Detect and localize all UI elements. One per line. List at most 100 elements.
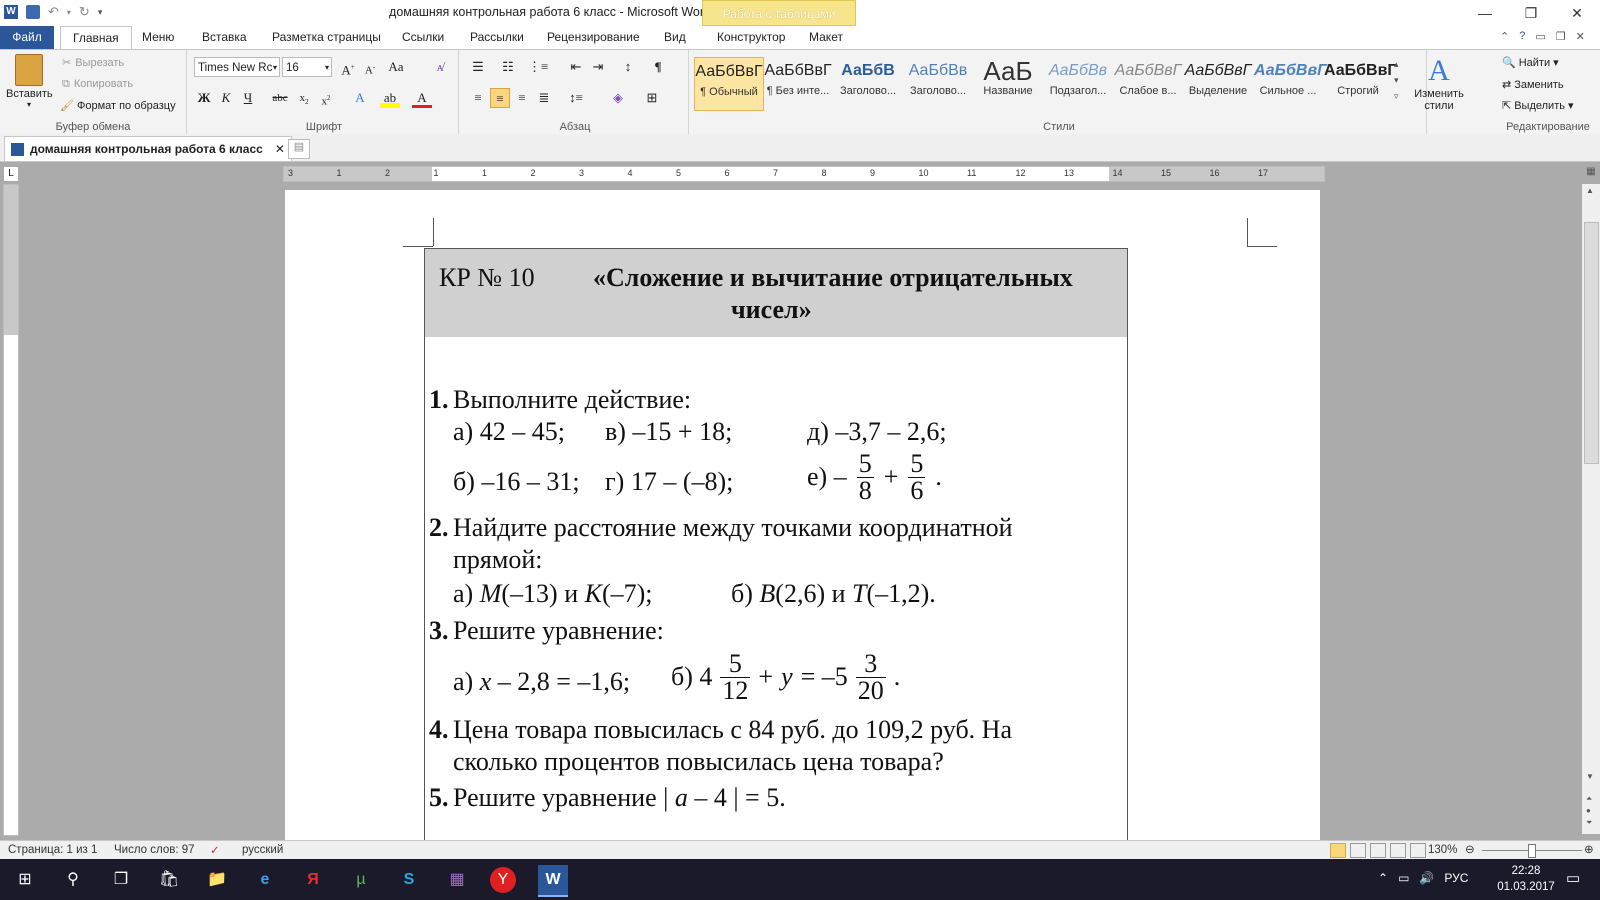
- paste-button[interactable]: Вставить ▾: [6, 54, 53, 109]
- select-button[interactable]: ⇱ Выделить ▾: [1502, 99, 1574, 112]
- change-styles-button[interactable]: A Изменить стили: [1410, 54, 1468, 112]
- table-header-cell[interactable]: КР № 10 «Сложение и вычитание отрицатель…: [425, 249, 1127, 337]
- font-name-combo[interactable]: Times New Rc ▾: [194, 57, 280, 77]
- view-ruler-icon[interactable]: ▦: [1582, 166, 1600, 182]
- style-subtle-emphasis[interactable]: АаБбВвГ Слабое в...: [1114, 57, 1182, 109]
- clock[interactable]: 22:28 01.03.2017: [1496, 863, 1556, 895]
- copy-button[interactable]: ⧉ Копировать: [62, 78, 133, 91]
- style-normal[interactable]: АаБбВвГ ¶ Обычный: [694, 57, 764, 111]
- document-tab[interactable]: домашняя контрольная работа 6 класс ✕: [4, 136, 292, 161]
- shrink-font-icon[interactable]: A-: [360, 57, 380, 77]
- style-emphasis[interactable]: АаБбВвГ Выделение: [1184, 57, 1252, 109]
- tab-insert[interactable]: Вставка: [190, 26, 259, 49]
- full-screen-reading-icon[interactable]: [1350, 843, 1366, 858]
- previous-page-icon[interactable]: ⏶: [1586, 794, 1592, 804]
- document-page[interactable]: КР № 10 «Сложение и вычитание отрицатель…: [285, 190, 1320, 848]
- doc-close-icon[interactable]: ✕: [1576, 30, 1585, 43]
- tab-design[interactable]: Конструктор: [705, 26, 797, 49]
- subscript-icon[interactable]: x2: [294, 88, 314, 108]
- text-effects-icon[interactable]: A: [350, 88, 370, 108]
- line-spacing-icon[interactable]: ↕≡: [566, 88, 586, 108]
- collapse-ribbon-icon[interactable]: ⌃: [1500, 30, 1509, 43]
- style-strong[interactable]: АаБбВвГ Строгий: [1324, 57, 1397, 109]
- increase-indent-icon[interactable]: ⇥: [588, 57, 608, 77]
- font-size-combo[interactable]: 16 ▾: [282, 57, 332, 77]
- tab-menu[interactable]: Меню: [130, 26, 186, 49]
- style-heading-2[interactable]: АаБбВв Заголово...: [904, 57, 972, 109]
- close-window-button[interactable]: ✕: [1554, 0, 1600, 26]
- numbering-icon[interactable]: ☷: [498, 57, 518, 77]
- vertical-scrollbar[interactable]: ▲ ▼ ⏶ ● ⏷: [1582, 184, 1600, 834]
- zoom-out-icon[interactable]: ⊖: [1465, 842, 1475, 856]
- language[interactable]: русский: [242, 844, 283, 856]
- tab-layout[interactable]: Макет: [797, 26, 855, 49]
- search-icon[interactable]: ⚲: [58, 865, 88, 895]
- tab-page-layout[interactable]: Разметка страницы: [260, 26, 393, 49]
- word-count[interactable]: Число слов: 97: [114, 844, 195, 856]
- action-center-icon[interactable]: ▭: [1566, 869, 1580, 887]
- skype-icon[interactable]: S: [394, 865, 424, 895]
- style-no-spacing[interactable]: АаБбВвГ ¶ Без инте...: [764, 57, 832, 109]
- task-view-icon[interactable]: ❐: [106, 865, 136, 895]
- media-app-icon[interactable]: ▦: [442, 865, 472, 895]
- tab-review[interactable]: Рецензирование: [535, 26, 652, 49]
- help-icon[interactable]: ?: [1519, 30, 1525, 43]
- new-tab-icon[interactable]: ▤: [288, 139, 310, 159]
- next-page-icon[interactable]: ⏷: [1586, 818, 1592, 828]
- restore-button[interactable]: ❐: [1508, 0, 1554, 26]
- print-layout-icon[interactable]: [1330, 843, 1346, 858]
- justify-icon[interactable]: ≣: [534, 88, 554, 108]
- utorrent-icon[interactable]: µ: [346, 865, 376, 895]
- style-subtitle[interactable]: АаБбВв Подзагол...: [1044, 57, 1112, 109]
- align-right-icon[interactable]: ≡: [512, 88, 532, 108]
- tab-view[interactable]: Вид: [652, 26, 698, 49]
- show-paragraph-marks-icon[interactable]: ¶: [648, 57, 668, 77]
- font-color-icon[interactable]: A: [412, 88, 432, 108]
- highlight-icon[interactable]: ab: [380, 88, 400, 108]
- page-count[interactable]: Страница: 1 из 1: [8, 844, 97, 856]
- outline-icon[interactable]: [1390, 843, 1406, 858]
- zoom-level[interactable]: 130%: [1428, 844, 1457, 856]
- sort-icon[interactable]: ↕: [618, 57, 638, 77]
- minimize-button[interactable]: —: [1462, 0, 1508, 26]
- decrease-indent-icon[interactable]: ⇤: [566, 57, 586, 77]
- style-heading-1[interactable]: АаБбВ Заголово...: [834, 57, 902, 109]
- borders-icon[interactable]: ⊞: [642, 88, 662, 108]
- show-hidden-icons-icon[interactable]: ⌃: [1378, 871, 1388, 885]
- word-taskbar-icon[interactable]: W: [538, 865, 568, 897]
- find-button[interactable]: 🔍 Найти ▾: [1502, 56, 1559, 69]
- align-center-icon[interactable]: ≡: [490, 88, 510, 108]
- grow-font-icon[interactable]: A+: [338, 57, 358, 77]
- shading-icon[interactable]: ◈: [608, 88, 628, 108]
- windows-start-icon[interactable]: ⊞: [10, 865, 40, 895]
- zoom-slider-thumb[interactable]: [1528, 844, 1536, 858]
- style-intense-emphasis[interactable]: АаБбВвГ Сильное ...: [1254, 57, 1327, 109]
- cut-button[interactable]: ✂ Вырезать: [62, 56, 124, 69]
- tab-mailings[interactable]: Рассылки: [458, 26, 536, 49]
- tab-home[interactable]: Главная: [60, 26, 132, 49]
- bold-icon[interactable]: Ж: [194, 88, 214, 108]
- yandex-browser-icon[interactable]: Y: [490, 867, 516, 893]
- close-tab-icon[interactable]: ✕: [275, 137, 285, 161]
- yandex-icon[interactable]: Я: [298, 865, 328, 895]
- doc-restore-icon[interactable]: ❐: [1556, 30, 1566, 43]
- draft-icon[interactable]: [1410, 843, 1426, 858]
- document-table[interactable]: КР № 10 «Сложение и вычитание отрицатель…: [424, 248, 1128, 848]
- browse-object-icon[interactable]: ●: [1586, 806, 1591, 815]
- store-icon[interactable]: 🛍: [154, 865, 184, 895]
- bullets-icon[interactable]: ☰: [468, 57, 488, 77]
- scroll-up-icon[interactable]: ▲: [1586, 186, 1594, 195]
- tab-file[interactable]: Файл: [0, 26, 54, 49]
- clear-formatting-icon[interactable]: ᴀ̸: [430, 57, 450, 77]
- style-title[interactable]: АаБ Название: [974, 57, 1042, 109]
- edge-browser-icon[interactable]: e: [250, 865, 280, 895]
- styles-scroll-icon[interactable]: ▴ ▾ ▿: [1394, 56, 1399, 104]
- scrollbar-thumb[interactable]: [1584, 222, 1599, 464]
- horizontal-ruler[interactable]: 3 1 2 1 1 2 3 4 5 6 7 8 9 10 11 12 13 14 15 16 17: [283, 166, 1325, 182]
- vertical-ruler[interactable]: [3, 184, 19, 836]
- strikethrough-icon[interactable]: abc: [270, 88, 290, 108]
- doc-minimize-icon[interactable]: ▭: [1535, 30, 1545, 43]
- align-left-icon[interactable]: ≡: [468, 88, 488, 108]
- zoom-in-icon[interactable]: ⊕: [1584, 842, 1594, 856]
- italic-icon[interactable]: К: [216, 88, 236, 108]
